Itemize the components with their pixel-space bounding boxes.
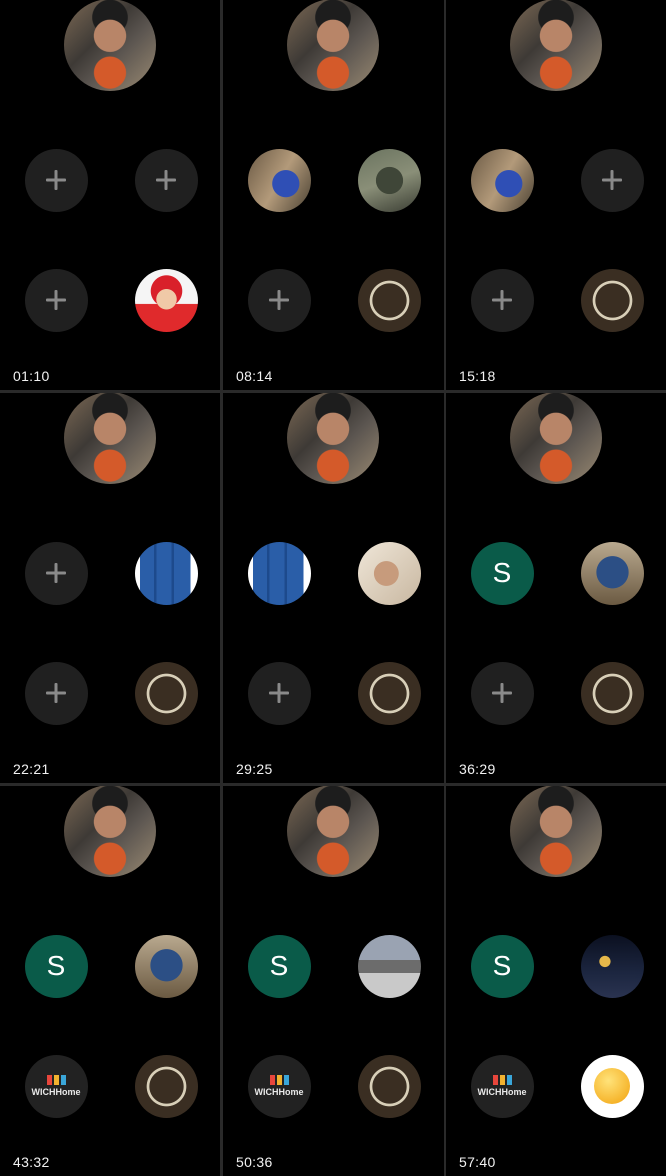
emoji-sticker-icon[interactable]	[580, 1054, 644, 1118]
add-participant-button[interactable]	[580, 148, 644, 212]
add-participant-button[interactable]	[134, 148, 198, 212]
motorbikes-photo-icon[interactable]	[247, 148, 311, 212]
add-participant-button[interactable]	[247, 661, 311, 725]
host-profile-photo-icon[interactable]	[510, 0, 602, 91]
luggage-photo-icon[interactable]	[247, 541, 311, 605]
call-duration-label: 08:14	[236, 368, 273, 384]
wichhome-logo-icon[interactable]: WICHHome	[247, 1054, 311, 1118]
add-participant-button[interactable]	[24, 268, 88, 332]
call-duration-label: 36:29	[459, 761, 496, 777]
participant-initial-avatar[interactable]: S	[470, 934, 534, 998]
call-tile[interactable]: 29:25	[223, 393, 444, 783]
baby-photo-icon[interactable]	[134, 268, 198, 332]
cap-photo-icon[interactable]	[580, 541, 644, 605]
participant-initial-avatar[interactable]: S	[470, 541, 534, 605]
mirror-selfie-photo-icon[interactable]	[357, 541, 421, 605]
add-participant-button[interactable]	[24, 541, 88, 605]
call-duration-label: 50:36	[236, 1154, 273, 1170]
add-participant-button[interactable]	[470, 268, 534, 332]
host-profile-photo-icon[interactable]	[510, 786, 602, 877]
paris-night-photo-icon[interactable]	[580, 934, 644, 998]
call-tile[interactable]: 01:10	[0, 0, 220, 390]
call-duration-label: 57:40	[459, 1154, 496, 1170]
egypt-cargo-logo-icon[interactable]	[357, 661, 421, 725]
call-duration-label: 15:18	[459, 368, 496, 384]
host-profile-photo-icon[interactable]	[287, 786, 379, 877]
wichhome-logo-icon[interactable]: WICHHome	[470, 1054, 534, 1118]
motorbikes-photo-icon[interactable]	[470, 148, 534, 212]
call-duration-label: 01:10	[13, 368, 50, 384]
wichhome-logo-icon[interactable]: WICHHome	[24, 1054, 88, 1118]
egypt-cargo-logo-icon[interactable]	[134, 661, 198, 725]
cap-photo-icon[interactable]	[134, 934, 198, 998]
call-tile[interactable]: S WICHHome 43:32	[0, 786, 220, 1176]
host-profile-photo-icon[interactable]	[287, 393, 379, 484]
call-participants-grid: 01:10 08:14 15:18 22:21 29:25 S 36:29 S WICHHome…	[0, 0, 666, 1176]
call-tile[interactable]: 22:21	[0, 393, 220, 783]
street-photo-icon[interactable]	[357, 934, 421, 998]
call-tile[interactable]: 08:14	[223, 0, 444, 390]
luggage-photo-icon[interactable]	[134, 541, 198, 605]
add-participant-button[interactable]	[470, 661, 534, 725]
egypt-cargo-logo-icon[interactable]	[357, 268, 421, 332]
call-duration-label: 43:32	[13, 1154, 50, 1170]
host-profile-photo-icon[interactable]	[64, 393, 156, 484]
add-participant-button[interactable]	[247, 268, 311, 332]
host-profile-photo-icon[interactable]	[510, 393, 602, 484]
egypt-cargo-logo-icon[interactable]	[357, 1054, 421, 1118]
call-tile[interactable]: 15:18	[446, 0, 666, 390]
host-profile-photo-icon[interactable]	[64, 0, 156, 91]
tattoo-photo-icon[interactable]	[357, 148, 421, 212]
participant-initial-avatar[interactable]: S	[247, 934, 311, 998]
call-tile[interactable]: S 36:29	[446, 393, 666, 783]
host-profile-photo-icon[interactable]	[287, 0, 379, 91]
egypt-cargo-logo-icon[interactable]	[580, 661, 644, 725]
call-tile[interactable]: S WICHHome 57:40	[446, 786, 666, 1176]
call-duration-label: 22:21	[13, 761, 50, 777]
add-participant-button[interactable]	[24, 148, 88, 212]
add-participant-button[interactable]	[24, 661, 88, 725]
participant-initial-avatar[interactable]: S	[24, 934, 88, 998]
egypt-cargo-logo-icon[interactable]	[134, 1054, 198, 1118]
call-duration-label: 29:25	[236, 761, 273, 777]
host-profile-photo-icon[interactable]	[64, 786, 156, 877]
egypt-cargo-logo-icon[interactable]	[580, 268, 644, 332]
call-tile[interactable]: S WICHHome 50:36	[223, 786, 444, 1176]
